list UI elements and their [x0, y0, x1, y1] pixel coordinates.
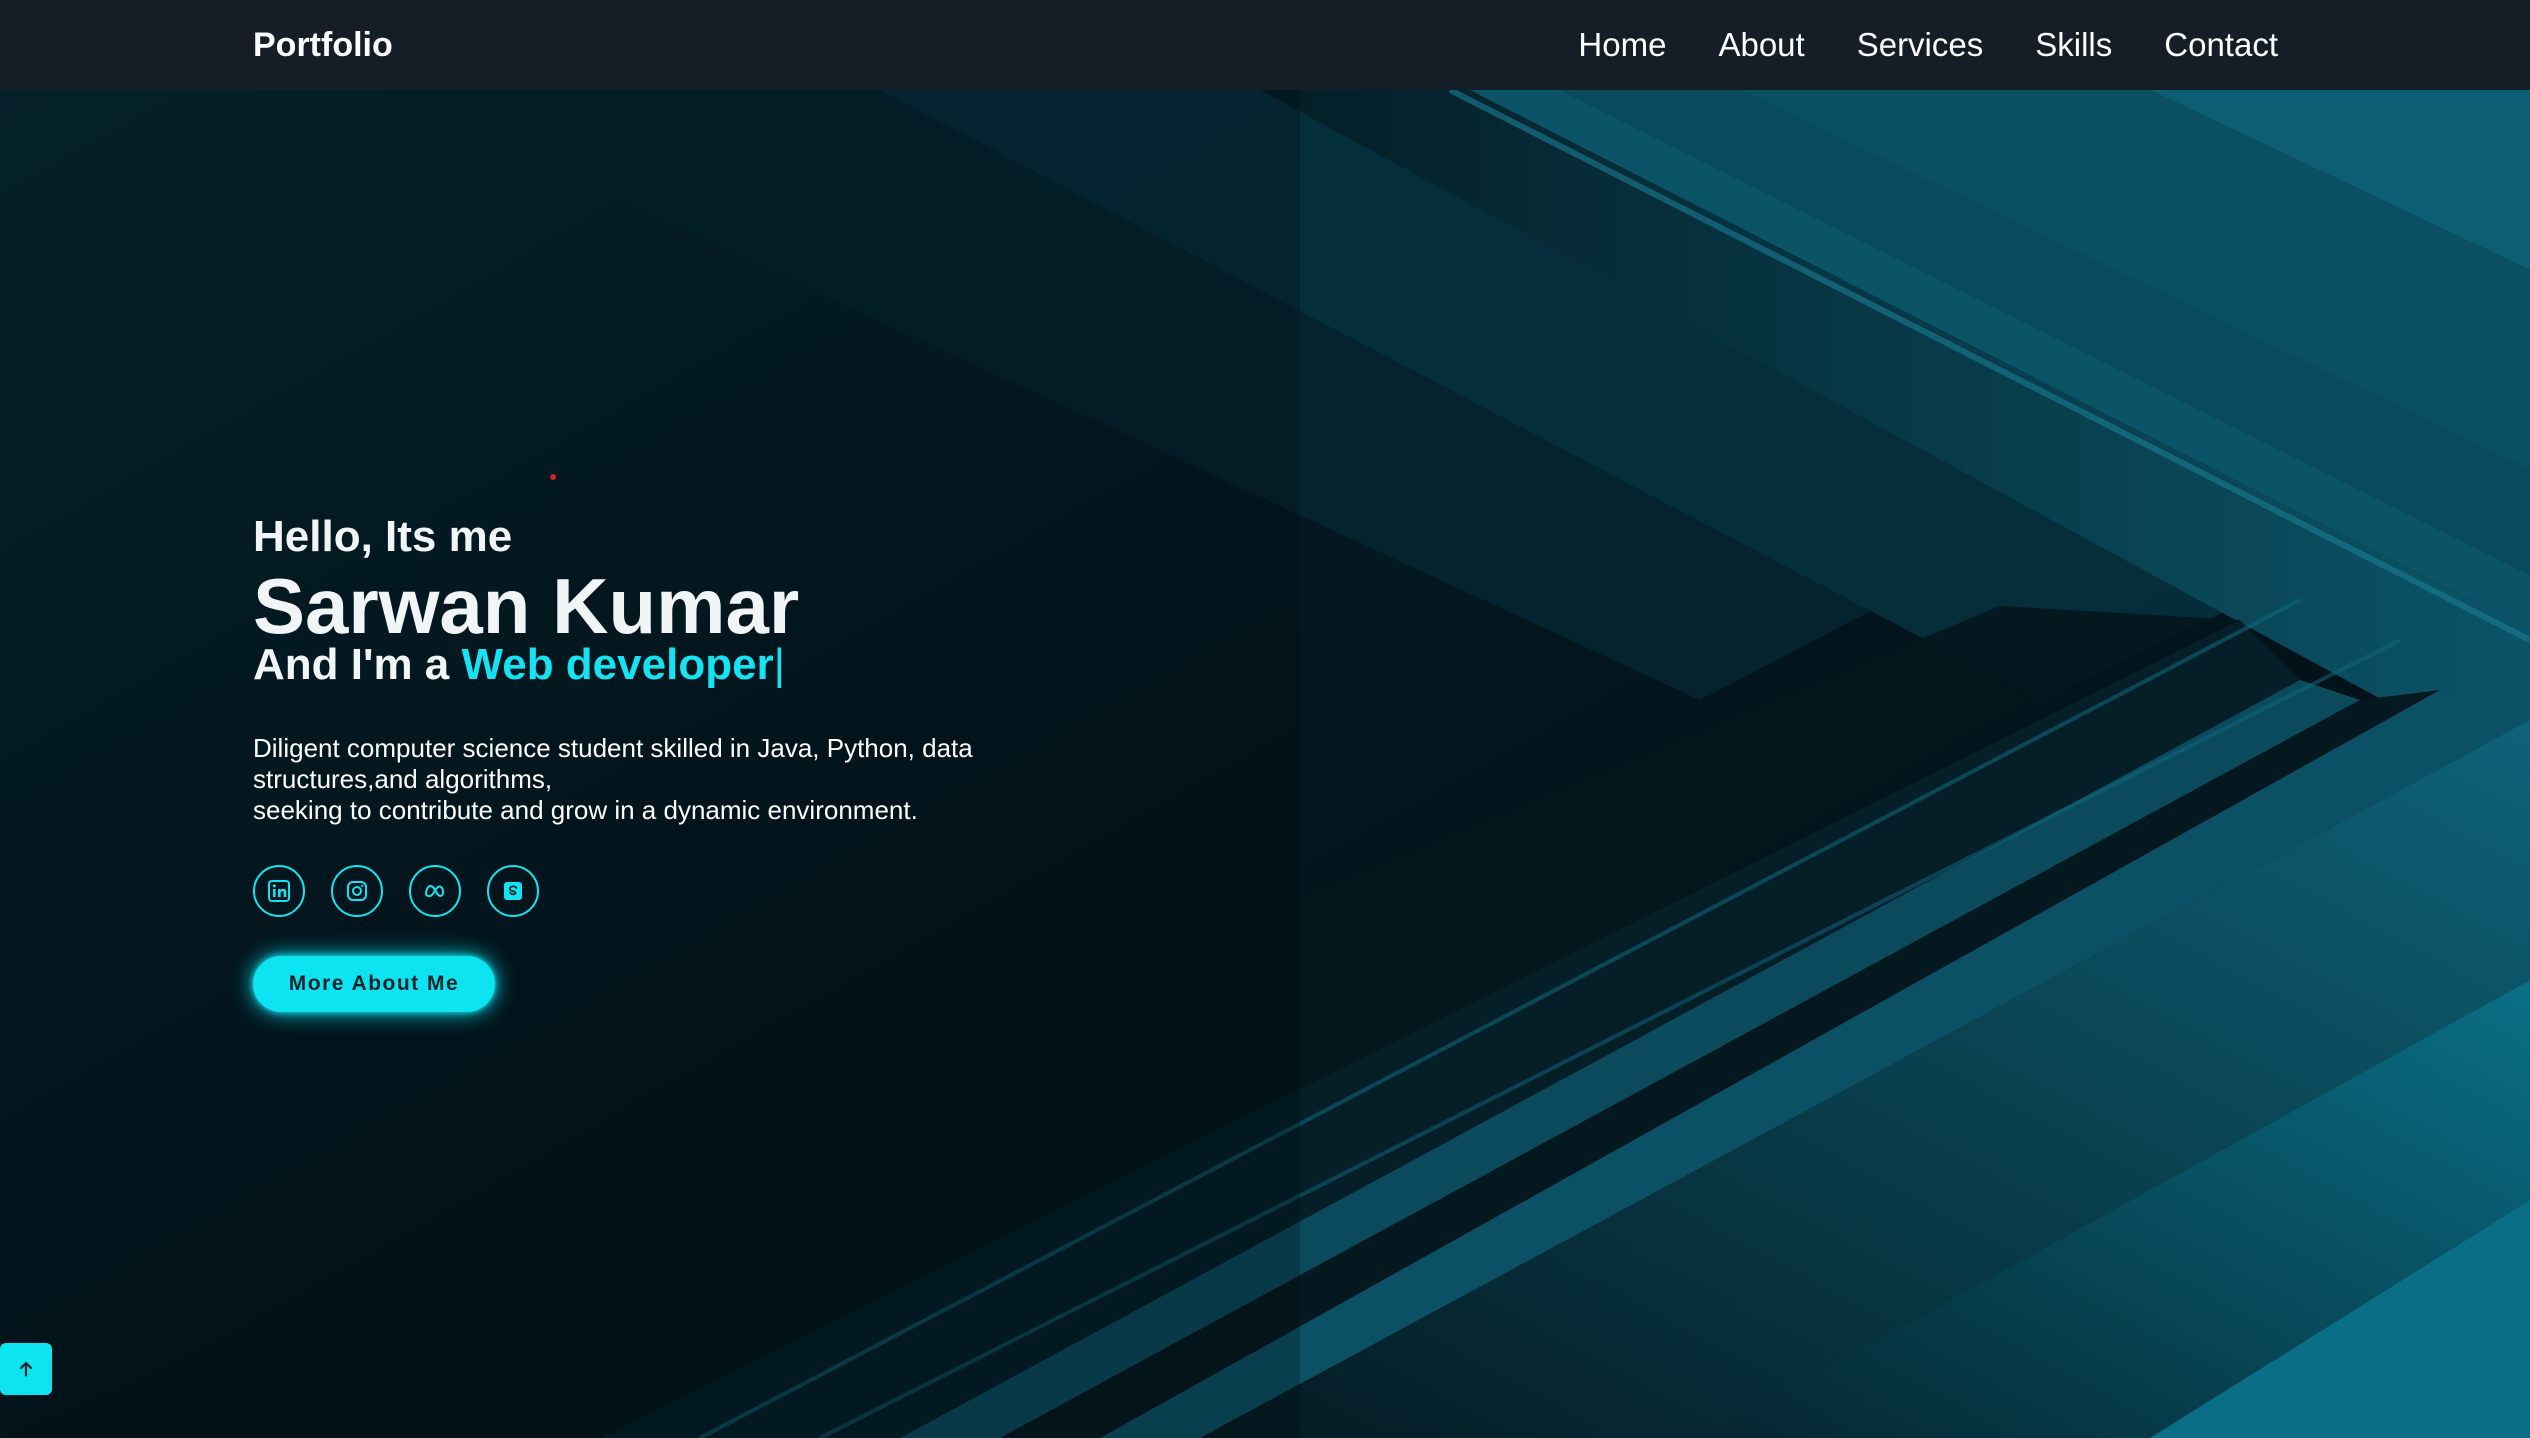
description-line: Diligent computer science student skille… — [253, 733, 973, 763]
arrow-up-icon — [19, 1361, 33, 1377]
nav-link-about[interactable]: About — [1718, 0, 1804, 90]
navbar: Portfolio Home About Services Skills Con… — [0, 0, 2530, 90]
description-line: seeking to contribute and grow in a dyna… — [253, 795, 918, 825]
description-line: structures,and algorithms, — [253, 764, 553, 794]
more-about-me-button[interactable]: More About Me — [253, 956, 495, 1012]
nav-link-skills[interactable]: Skills — [2035, 0, 2112, 90]
nav-link-services[interactable]: Services — [1857, 0, 1984, 90]
typing-cursor: | — [773, 640, 786, 689]
red-dot — [550, 474, 556, 480]
linkedin-icon — [268, 880, 290, 902]
role-text: Web developer — [461, 640, 774, 689]
social-links — [253, 865, 539, 917]
nav-links: Home About Services Skills Contact — [1578, 0, 2278, 90]
instagram-link[interactable] — [331, 865, 383, 917]
hero-greeting: Hello, Its me — [253, 512, 513, 561]
skype-link[interactable] — [487, 865, 539, 917]
nav-link-home[interactable]: Home — [1578, 0, 1666, 90]
meta-link[interactable] — [409, 865, 461, 917]
page: Portfolio Home About Services Skills Con… — [0, 0, 2530, 1438]
hero-description: Diligent computer science student skille… — [253, 733, 1053, 826]
nav-link-contact[interactable]: Contact — [2164, 0, 2278, 90]
hero-name: Sarwan Kumar — [253, 562, 800, 650]
brand-logo[interactable]: Portfolio — [253, 0, 393, 90]
hero-role-line: And I'm a Web developer| — [253, 640, 785, 690]
scroll-top-button[interactable] — [0, 1343, 52, 1395]
skype-icon — [504, 882, 522, 900]
linkedin-link[interactable] — [253, 865, 305, 917]
meta-icon — [424, 884, 445, 898]
role-prefix: And I'm a — [253, 640, 450, 689]
instagram-icon — [347, 881, 367, 901]
hero-section: Hello, Its me Sarwan Kumar And I'm a Web… — [253, 0, 1353, 1438]
